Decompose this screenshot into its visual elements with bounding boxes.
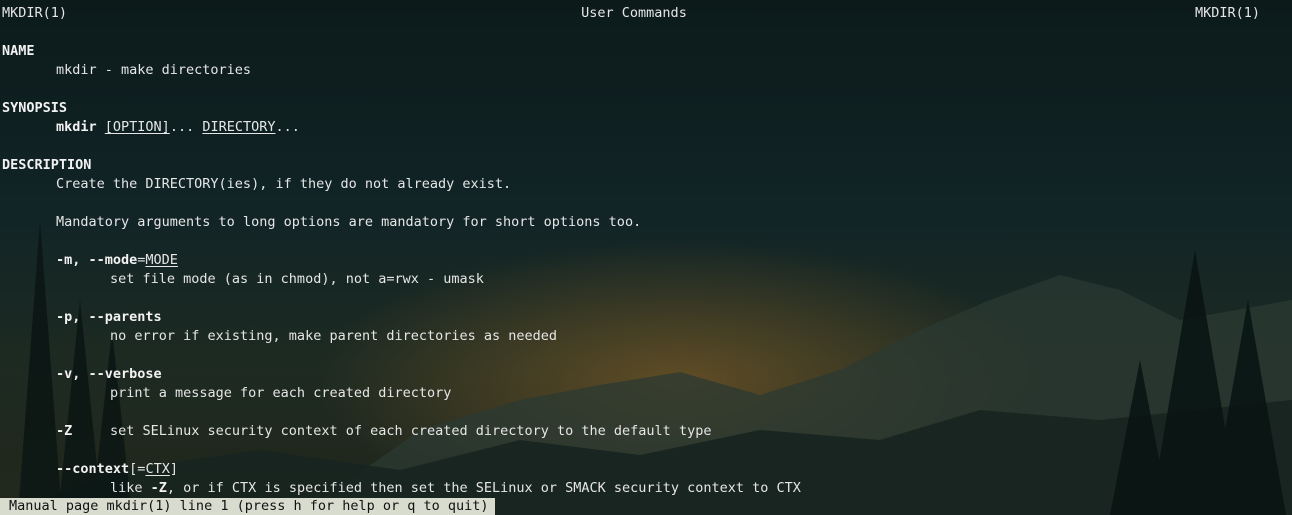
name-text: mkdir - make directories — [56, 62, 252, 78]
pager-status-bar: Manual page mkdir(1) line 1 (press h for… — [0, 498, 495, 515]
header-title: User Commands — [581, 5, 687, 21]
section-description-heading: DESCRIPTION — [2, 157, 92, 173]
option-mode-flag: -m, --mode=MODE — [56, 251, 178, 269]
option-z-description: set SELinux security context of each cre… — [110, 423, 712, 439]
option-parents-flag: -p, --parents — [56, 308, 162, 326]
option-context-description: like -Z, or if CTX is specified then set… — [110, 479, 801, 497]
synopsis-ellipsis: ... — [169, 119, 195, 135]
option-context-name: --context — [56, 461, 130, 477]
option-verbose-description: print a message for each created directo… — [110, 385, 452, 401]
option-parents-description: no error if existing, make parent direct… — [110, 328, 558, 344]
option-parents-long: --parents — [88, 309, 162, 325]
context-desc-rest: , or if CTX is specified then set the SE… — [166, 480, 801, 496]
option-verbose-short: -v, — [56, 366, 89, 382]
description-line-2: Mandatory arguments to long options are … — [56, 214, 642, 230]
synopsis-line: mkdir [OPTION]... DIRECTORY... — [56, 118, 300, 136]
option-verbose-flag: -v, --verbose — [56, 365, 162, 383]
option-context-close: ] — [169, 461, 178, 477]
option-verbose-long: --verbose — [88, 366, 162, 382]
option-parents-short: -p, — [56, 309, 89, 325]
option-mode-name: -m, --mode — [56, 252, 138, 268]
option-mode-description: set file mode (as in chmod), not a=rwx -… — [110, 271, 484, 287]
option-context-flag: --context[=CTX] — [56, 460, 178, 478]
context-desc-flag: -Z — [150, 480, 167, 496]
context-desc-start: like — [110, 480, 151, 496]
option-mode-arg: MODE — [145, 252, 178, 268]
section-name-heading: NAME — [2, 43, 35, 59]
section-synopsis-heading: SYNOPSIS — [2, 100, 68, 116]
synopsis-tail: ... — [275, 119, 300, 135]
description-line-1: Create the DIRECTORY(ies), if they do no… — [56, 176, 512, 192]
header-right: MKDIR(1) — [1194, 5, 1260, 21]
man-page-terminal[interactable]: MKDIR(1) User Commands MKDIR(1) NAME mkd… — [0, 0, 1292, 515]
option-z-flag: -Z — [56, 423, 73, 439]
synopsis-command: mkdir — [56, 119, 97, 135]
synopsis-option: [OPTION] — [104, 119, 170, 135]
option-context-arg: CTX — [145, 461, 170, 477]
synopsis-directory: DIRECTORY — [202, 119, 276, 135]
